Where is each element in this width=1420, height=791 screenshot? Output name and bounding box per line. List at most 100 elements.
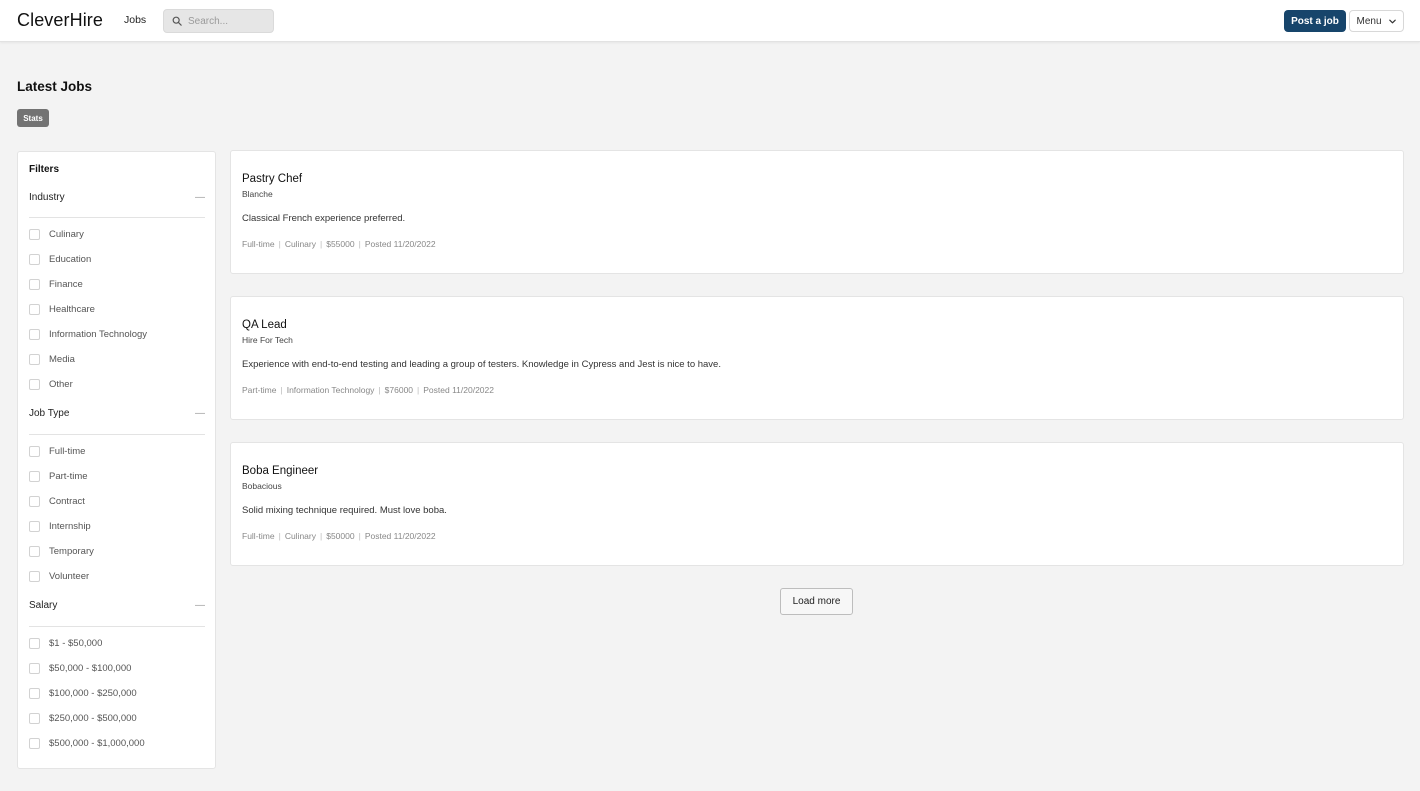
checkbox[interactable] [29, 712, 40, 724]
filter-section-industry[interactable]: Industry — [29, 192, 205, 212]
job-industry: Culinary [284, 531, 316, 541]
post-job-button[interactable]: Post a job [1284, 10, 1346, 32]
job-card[interactable]: Boba Engineer Bobacious Solid mixing tec… [230, 442, 1404, 566]
filter-option-label: Internship [49, 520, 91, 532]
job-posted-date: Posted 11/20/2022 [364, 239, 436, 249]
collapse-icon[interactable]: — [195, 408, 205, 419]
filter-option-salary-4[interactable]: $250,000 - $500,000 [29, 711, 137, 725]
job-description: Classical French experience preferred. [242, 213, 406, 224]
checkbox[interactable] [29, 253, 40, 265]
search-input[interactable] [188, 15, 268, 27]
checkbox[interactable] [29, 495, 40, 507]
filter-option-internship[interactable]: Internship [29, 519, 91, 533]
job-type: Part-time [242, 385, 277, 395]
stats-button[interactable]: Stats [17, 109, 49, 127]
checkbox[interactable] [29, 662, 40, 674]
job-description: Solid mixing technique required. Must lo… [242, 505, 447, 516]
checkbox[interactable] [29, 520, 40, 532]
checkbox[interactable] [29, 445, 40, 457]
filter-option-education[interactable]: Education [29, 252, 91, 266]
checkbox[interactable] [29, 328, 40, 340]
separator: | [378, 385, 381, 395]
filter-option-finance[interactable]: Finance [29, 277, 83, 291]
checkbox[interactable] [29, 470, 40, 482]
filter-option-label: Temporary [49, 545, 94, 557]
job-meta: Full-time | Culinary | $50000 | Posted 11/20/2… [242, 531, 436, 541]
job-company: Bobacious [242, 481, 282, 491]
search-box[interactable] [163, 9, 274, 33]
job-card[interactable]: Pastry Chef Blanche Classical French exp… [230, 150, 1404, 274]
filter-option-temporary[interactable]: Temporary [29, 544, 94, 558]
filter-option-label: Full-time [49, 445, 86, 457]
filter-option-part-time[interactable]: Part-time [29, 469, 88, 483]
job-type: Full-time [242, 239, 275, 249]
checkbox[interactable] [29, 303, 40, 315]
brand-logo[interactable]: CleverHire [17, 10, 103, 31]
collapse-icon[interactable]: — [195, 600, 205, 611]
job-card[interactable]: QA Lead Hire For Tech Experience with en… [230, 296, 1404, 420]
filter-option-salary-5[interactable]: $500,000 - $1,000,000 [29, 736, 145, 750]
filter-option-label: $250,000 - $500,000 [49, 712, 137, 724]
filter-section-job-type[interactable]: Job Type — [29, 408, 205, 428]
checkbox[interactable] [29, 687, 40, 699]
separator: | [320, 531, 323, 541]
filter-option-contract[interactable]: Contract [29, 494, 85, 508]
job-title[interactable]: Pastry Chef [242, 173, 302, 185]
filter-option-label: Healthcare [49, 303, 95, 315]
job-salary: $55000 [326, 239, 355, 249]
filter-section-label: Salary [29, 600, 58, 611]
job-meta: Part-time | Information Technology | $76000 |… [242, 385, 494, 395]
separator: | [358, 531, 361, 541]
nav-link-jobs[interactable]: Jobs [124, 14, 146, 26]
filter-option-label: Finance [49, 278, 83, 290]
filter-option-full-time[interactable]: Full-time [29, 444, 85, 458]
divider [29, 626, 205, 627]
chevron-down-icon [1388, 19, 1396, 23]
filter-option-information-technology[interactable]: Information Technology [29, 327, 147, 341]
filter-option-label: $1 - $50,000 [49, 637, 103, 649]
job-posted-date: Posted 11/20/2022 [423, 385, 494, 395]
divider [29, 217, 205, 218]
separator: | [358, 239, 361, 249]
filter-option-salary-2[interactable]: $50,000 - $100,000 [29, 661, 131, 675]
filter-section-label: Industry [29, 192, 65, 203]
job-industry: Culinary [284, 239, 316, 249]
filter-option-salary-3[interactable]: $100,000 - $250,000 [29, 686, 137, 700]
separator: | [417, 385, 420, 395]
search-icon [172, 16, 182, 26]
checkbox[interactable] [29, 353, 40, 365]
checkbox[interactable] [29, 570, 40, 582]
collapse-icon[interactable]: — [195, 192, 205, 203]
filters-panel: Filters Industry — Culinary Education Fi… [17, 151, 216, 769]
checkbox[interactable] [29, 545, 40, 557]
filter-option-healthcare[interactable]: Healthcare [29, 302, 95, 316]
filter-option-label: $100,000 - $250,000 [49, 687, 137, 699]
separator: | [278, 531, 281, 541]
checkbox[interactable] [29, 228, 40, 240]
filter-option-other[interactable]: Other [29, 377, 73, 391]
checkbox[interactable] [29, 378, 40, 390]
job-title[interactable]: QA Lead [242, 319, 287, 331]
checkbox[interactable] [29, 637, 40, 649]
job-company: Blanche [242, 189, 273, 199]
page-title: Latest Jobs [17, 79, 93, 94]
load-more-button[interactable]: Load more [780, 588, 853, 615]
separator: | [320, 239, 323, 249]
menu-button[interactable]: Menu [1349, 10, 1404, 32]
menu-button-label: Menu [1356, 15, 1382, 27]
filter-option-media[interactable]: Media [29, 352, 75, 366]
job-description: Experience with end-to-end testing and l… [242, 359, 721, 370]
filter-option-volunteer[interactable]: Volunteer [29, 569, 89, 583]
filters-title: Filters [29, 164, 60, 175]
filter-option-label: Contract [49, 495, 85, 507]
job-company: Hire For Tech [242, 335, 293, 345]
filter-option-culinary[interactable]: Culinary [29, 227, 84, 241]
filter-section-salary[interactable]: Salary — [29, 600, 205, 620]
job-title[interactable]: Boba Engineer [242, 465, 318, 477]
checkbox[interactable] [29, 737, 40, 749]
filter-section-label: Job Type [29, 408, 70, 419]
job-salary: $76000 [384, 385, 414, 395]
filter-option-label: Other [49, 378, 73, 390]
filter-option-salary-1[interactable]: $1 - $50,000 [29, 636, 102, 650]
checkbox[interactable] [29, 278, 40, 290]
